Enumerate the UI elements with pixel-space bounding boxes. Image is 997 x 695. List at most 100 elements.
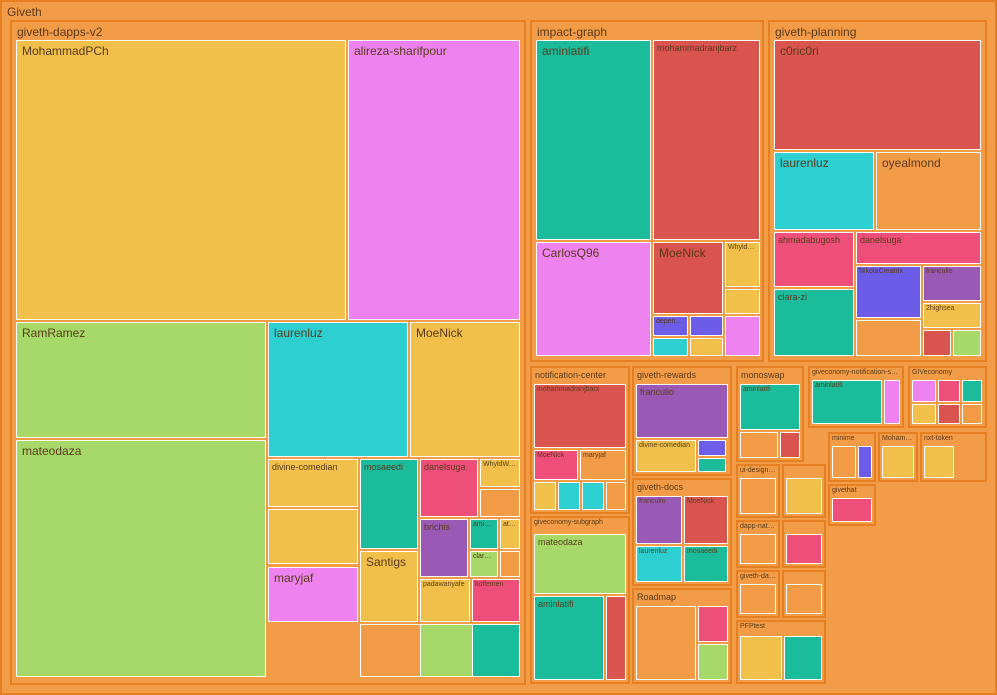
treemap-cell: laurenluz [636,546,682,582]
treemap-cell: danelsuga [420,459,478,517]
cell-label: giveth-dapps-v2 [12,22,524,42]
cell-label: dapp-native [738,522,778,531]
cell-label: divine-comedian [269,460,357,474]
cell-label: Santigs [361,552,417,572]
treemap-cell: atomlinstein [500,519,520,549]
cell-label: giveconomy-notification-service [810,368,902,377]
treemap-cell [690,316,723,336]
cell-label: MoeNick [411,323,519,343]
cell-label: notification-center [532,368,628,382]
treemap-cell [653,338,688,356]
treemap-cell: divine-comedian [268,459,358,507]
cell-label: mohammadranjbarz [654,41,759,55]
cell-label: MoeNick [535,451,577,460]
treemap-cell: padawanyafe [420,579,470,622]
cell-label: dependabot [654,317,687,326]
cell-label: PFPtest [738,622,824,631]
treemap-cell: franculio [636,384,728,438]
cell-label: aminlatifi [741,385,799,394]
treemap-cell [606,596,626,680]
treemap-cell: mohammadranjbarz [653,40,760,240]
treemap-cell: franculio [636,496,682,544]
treemap-cell: clara-zi [470,551,498,577]
cell-label: Roadmap [634,590,730,604]
treemap-cell: maryjaf [268,567,358,622]
treemap-cell [725,289,760,314]
treemap-cell: alireza-sharifpour [348,40,520,320]
treemap-cell [268,509,358,564]
cell-label: aminlatifi [813,381,881,390]
treemap-cell: laurenluz [774,152,874,230]
treemap-cell [740,636,782,680]
treemap-cell: mateodaza [16,440,266,677]
treemap-cell [780,432,800,458]
treemap-cell: oyealmond [876,152,981,230]
cell-label: clara-zi [471,552,497,561]
treemap-cell [784,636,822,680]
treemap-cell [858,446,872,478]
treemap-cell: mohammadranjbarz [534,384,626,448]
treemap-cell [725,316,760,356]
treemap-cell: MoeNick [534,450,578,480]
cell-label: franculio [924,267,980,276]
cell-label: RamRamez [17,323,265,343]
treemap-cell: RamRamez [16,322,266,438]
cell-label: clara-zi [775,290,853,304]
treemap-cell: Santigs [360,551,418,622]
treemap-cell [786,584,822,614]
treemap-cell: maryjaf [580,450,626,480]
treemap-cell: WhyldWanderer [725,242,760,287]
treemap-cell [606,482,626,510]
cell-label: giveth-docs [634,480,730,494]
cell-label: maryjaf [581,451,625,460]
treemap-cell: koflemen [472,579,520,622]
cell-label: MoeNick [685,497,727,506]
cell-label: maryjaf [269,568,357,588]
cell-label: minime [830,434,874,443]
cell-label: giveconomy-subgraph [532,518,628,527]
treemap-cell [884,380,900,424]
treemap-cell [832,498,872,522]
treemap-cell: aminlatifi [812,380,882,424]
treemap-cell [962,380,982,402]
treemap-cell: aminlatifi [536,40,651,240]
treemap-cell [953,330,981,356]
cell-label: GIVeconomy [910,368,985,377]
cell-label: impact-graph [532,22,762,42]
cell-label: koflemen [473,580,519,589]
cell-label: mosaeedi [361,460,417,474]
treemap-cell [472,624,520,677]
treemap-cell: WhyldWanderer [480,459,520,487]
treemap-cell [740,478,776,514]
treemap-cell: ahmadabugosh [774,232,854,287]
treemap-cell: franculio [923,266,981,301]
cell-label: MoeNick [654,243,722,263]
treemap-cell [690,338,723,356]
cell-label: franculio [637,385,727,399]
cell-label: NikolaCreatrix [857,267,920,276]
treemap-cell [856,320,921,356]
treemap-cell: mateodaza [534,534,626,594]
cell-label: mateodaza [535,535,625,549]
treemap-cell [698,458,726,472]
cell-label: aminlatifi [535,597,603,611]
treemap-cell [912,404,936,424]
cell-label: giveth-rewards [634,368,730,382]
cell-label: c0ric0ri [775,41,980,61]
cell-label: WhyldWanderer [726,243,759,252]
cell-label: brichis [421,520,467,534]
treemap-cell [786,534,822,564]
treemap-cell [534,482,556,510]
cell-label: mohammadranjbarz [535,385,625,394]
treemap-cell [912,380,936,402]
treemap-cell: divine-comedian [636,440,696,472]
cell-label: laurenluz [637,547,681,556]
treemap-cell [740,534,776,564]
cell-label: MohammadPCh-box [880,434,916,443]
cell-label: aminlatifi [537,41,650,61]
treemap-cell [698,606,728,642]
treemap-cell [740,432,778,458]
treemap-cell [582,482,604,510]
treemap-cell: aminlatifi [470,519,498,549]
cell-label: Giveth [2,2,995,22]
